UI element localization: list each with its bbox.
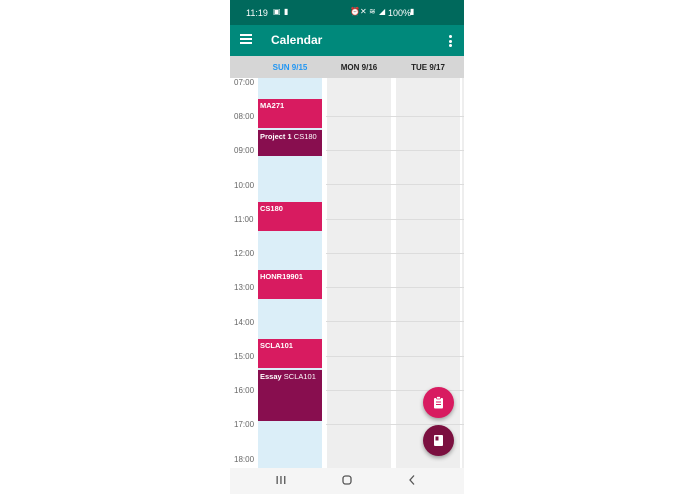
hour-label: 15:00 [234, 352, 255, 361]
hour-label: 08:00 [234, 112, 255, 121]
event-course: CS180 [293, 132, 317, 141]
hour-label: 16:00 [234, 386, 255, 395]
status-bar: 11:19 ▣ ▮ ⏰ ✕ ≋ ◢ 100% ▮ [230, 0, 464, 25]
hour-label: 12:00 [234, 249, 255, 258]
hour-label: 07:00 [234, 78, 255, 87]
hour-gridline [326, 184, 464, 185]
hour-gridline [326, 219, 464, 220]
hour-label: 17:00 [234, 420, 255, 429]
app-bar: Calendar [230, 25, 464, 56]
hour-label: 09:00 [234, 146, 255, 155]
image-icon: ▣ [273, 7, 281, 16]
day-header-sun[interactable]: SUN 9/15 [257, 63, 323, 72]
event-title: HONR19901 [260, 272, 303, 281]
more-vertical-icon[interactable] [449, 35, 453, 49]
hamburger-menu-icon[interactable] [240, 34, 252, 46]
hour-gridline [326, 356, 464, 357]
day-header-mon[interactable]: MON 9/16 [326, 63, 392, 72]
back-icon[interactable] [406, 473, 418, 487]
hour-label: 13:00 [234, 283, 255, 292]
hour-label: 11:00 [234, 215, 254, 224]
status-time: 11:19 [246, 8, 268, 18]
day-header-row: SUN 9/15 MON 9/16 TUE 9/17 [230, 56, 464, 78]
event-title: Project 1 [260, 132, 292, 141]
add-assignment-fab[interactable] [423, 387, 454, 418]
event-block[interactable]: HONR19901 [258, 270, 322, 299]
add-class-fab[interactable] [423, 425, 454, 456]
hour-gridline [326, 253, 464, 254]
recent-apps-icon[interactable] [275, 473, 287, 487]
day-column-mon[interactable] [327, 78, 391, 468]
event-block[interactable]: CS180 [258, 202, 322, 231]
alarm-icon: ⏰ [350, 7, 360, 16]
wifi-icon: ≋ [369, 7, 376, 16]
event-title: Essay [260, 372, 282, 381]
event-block[interactable]: SCLA101 [258, 339, 322, 368]
hour-gridline [326, 150, 464, 151]
hour-label: 18:00 [234, 455, 255, 464]
battery-percent: 100% [388, 8, 412, 18]
app-title: Calendar [271, 33, 323, 47]
event-block[interactable]: MA271 [258, 99, 322, 128]
signal-icon: ◢ [379, 7, 386, 16]
hour-gridline [326, 116, 464, 117]
home-icon[interactable] [340, 473, 354, 487]
hour-label: 10:00 [234, 181, 255, 190]
mute-icon: ✕ [360, 7, 367, 16]
battery-icon: ▮ [410, 7, 415, 16]
deadline-block[interactable]: Project 1 CS180 [258, 130, 322, 156]
event-title: CS180 [260, 204, 283, 213]
system-nav-bar [230, 468, 464, 494]
phone-screen: 11:19 ▣ ▮ ⏰ ✕ ≋ ◢ 100% ▮ Calendar SUN 9/… [230, 0, 464, 494]
event-title: MA271 [260, 101, 285, 110]
hour-gridline [326, 321, 464, 322]
sim-icon: ▮ [284, 7, 289, 16]
day-column-edge [462, 78, 464, 468]
event-title: SCLA101 [260, 341, 293, 350]
book-icon [434, 435, 443, 446]
hour-label: 14:00 [234, 318, 255, 327]
hour-gridline [326, 287, 464, 288]
deadline-block[interactable]: Essay SCLA101 [258, 370, 322, 421]
event-course: SCLA101 [283, 372, 316, 381]
day-header-tue[interactable]: TUE 9/17 [395, 63, 461, 72]
clipboard-icon [434, 396, 443, 409]
